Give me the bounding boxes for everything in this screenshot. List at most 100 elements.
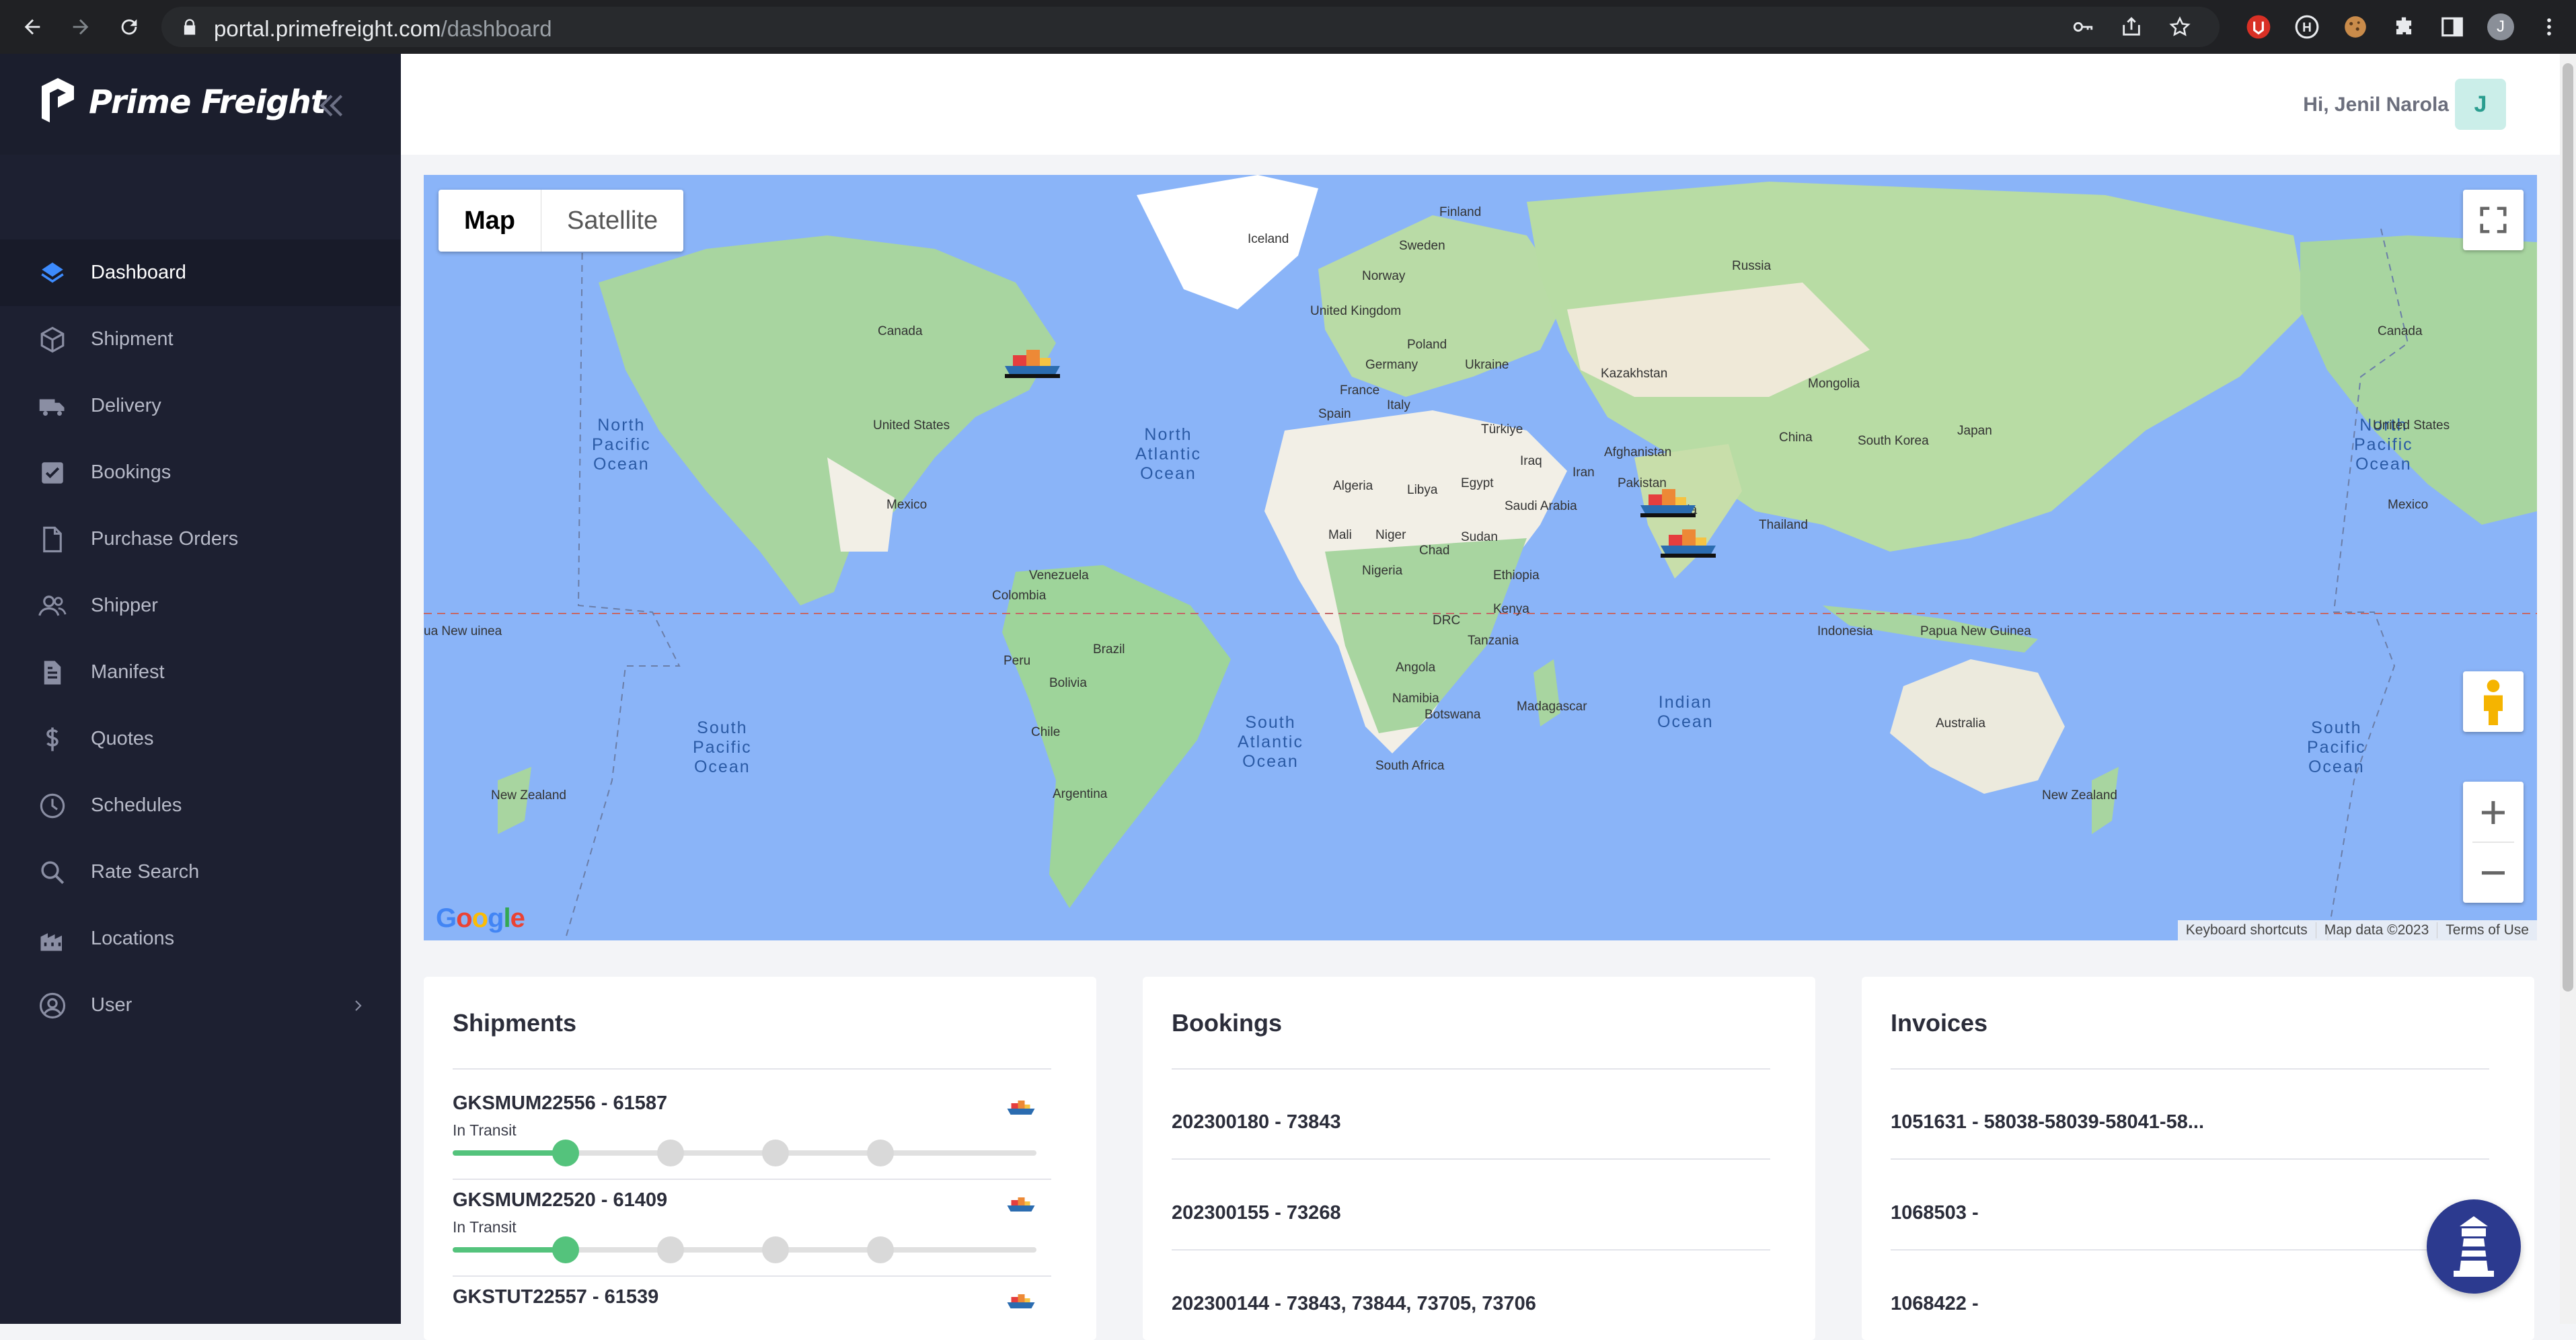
sidebar-item-quotes[interactable]: Quotes xyxy=(0,706,401,772)
sidebar-item-label: User xyxy=(91,994,132,1016)
divider xyxy=(1172,1249,1770,1251)
sidebar-item-label: Delivery xyxy=(91,395,161,416)
invoice-id: 1068503 - xyxy=(1891,1202,1979,1224)
top-header: Hi, Jenil Narola J xyxy=(401,54,2560,155)
country-label: Canada xyxy=(2378,324,2423,338)
collapse-sidebar-icon[interactable] xyxy=(315,89,348,122)
sidebar-item-label: Locations xyxy=(91,928,175,949)
help-chat-button[interactable] xyxy=(2427,1199,2521,1294)
share-icon[interactable] xyxy=(2120,15,2143,38)
sidebar-item-delivery[interactable]: Delivery xyxy=(0,373,401,439)
bookmark-star-icon[interactable] xyxy=(2168,15,2191,38)
invoice-id: 1068422 - xyxy=(1891,1293,1979,1314)
shipments-card: Shipments GKSMUM22556 - 61587 In Transit… xyxy=(424,977,1096,1340)
shipment-row[interactable]: GKSMUM22520 - 61409 In Transit xyxy=(453,1189,1051,1270)
building-icon xyxy=(38,924,67,954)
country-label: Algeria xyxy=(1333,479,1373,493)
country-label: Iraq xyxy=(1520,454,1542,468)
progress-step xyxy=(867,1140,894,1166)
extensions-puzzle-icon[interactable] xyxy=(2390,13,2417,40)
sidebar-item-shipment[interactable]: Shipment xyxy=(0,306,401,373)
country-label: Colombia xyxy=(992,589,1047,603)
country-label: Spain xyxy=(1318,407,1351,421)
shipment-progress xyxy=(453,1140,1036,1166)
cookie-icon[interactable] xyxy=(2342,13,2369,40)
extension-h-icon[interactable]: H xyxy=(2294,13,2320,40)
ocean-label: North Atlantic Ocean xyxy=(1135,425,1201,483)
ocean-label: South Pacific Ocean xyxy=(693,718,752,776)
country-label: France xyxy=(1340,383,1380,398)
fullscreen-button[interactable] xyxy=(2463,190,2524,250)
sidebar-item-shipper[interactable]: Shipper xyxy=(0,572,401,639)
scrollbar-thumb[interactable] xyxy=(2563,63,2573,992)
sidebar-item-bookings[interactable]: Bookings xyxy=(0,439,401,506)
key-icon[interactable] xyxy=(2072,15,2094,38)
clock-icon xyxy=(38,791,67,821)
url-text: portal.primefreight.com/dashboard xyxy=(214,16,552,41)
sidebar-item-label: Bookings xyxy=(91,461,172,483)
country-label: Nigeria xyxy=(1362,564,1403,578)
country-label: Finland xyxy=(1439,205,1482,219)
sidebar-item-label: Quotes xyxy=(91,728,154,749)
booking-id: 202300144 - 73843, 73844, 73705, 73706 xyxy=(1172,1293,1536,1314)
sidebar-item-label: Purchase Orders xyxy=(91,528,239,550)
address-bar[interactable]: portal.primefreight.com/dashboard xyxy=(161,7,2220,47)
progress-step xyxy=(762,1236,789,1263)
side-panel-icon[interactable] xyxy=(2439,13,2466,40)
shipment-row[interactable]: GKSTUT22557 - 61539 xyxy=(453,1286,1051,1340)
sidebar-item-rate-search[interactable]: Rate Search xyxy=(0,839,401,905)
svg-text:H: H xyxy=(2302,21,2312,35)
keyboard-shortcuts-link[interactable]: Keyboard shortcuts xyxy=(2178,922,2316,938)
shipment-map[interactable]: North Pacific Ocean North Atlantic Ocean Sou… xyxy=(424,175,2537,940)
sidebar-item-manifest[interactable]: Manifest xyxy=(0,639,401,706)
country-label: Iran xyxy=(1573,466,1595,480)
booking-row[interactable]: 202300155 - 73268 xyxy=(1172,1202,1770,1224)
avatar[interactable]: J xyxy=(2455,79,2506,130)
map-type-satellite-button[interactable]: Satellite xyxy=(541,190,683,252)
booking-row[interactable]: 202300180 - 73843 xyxy=(1172,1111,1770,1133)
forward-icon[interactable] xyxy=(65,11,97,43)
invoices-card: Invoices 1051631 - 58038-58039-58041-58.… xyxy=(1862,977,2534,1340)
sidebar-item-schedules[interactable]: Schedules xyxy=(0,772,401,839)
shipment-id: GKSMUM22520 - 61409 xyxy=(453,1189,668,1211)
users-icon xyxy=(38,591,67,621)
country-label: Australia xyxy=(1936,716,1985,731)
back-icon[interactable] xyxy=(16,11,48,43)
box-icon xyxy=(38,325,67,355)
ship-marker[interactable] xyxy=(1638,481,1698,521)
invoice-row[interactable]: 1051631 - 58038-58039-58041-58... xyxy=(1891,1111,2489,1133)
booking-id: 202300180 - 73843 xyxy=(1172,1111,1341,1133)
country-label: China xyxy=(1779,431,1813,445)
sidebar: Prime Freight Dashboard Shipment Deliver… xyxy=(0,54,401,1324)
booking-row[interactable]: 202300144 - 73843, 73844, 73705, 73706 xyxy=(1172,1293,1770,1315)
reload-icon[interactable] xyxy=(113,11,145,43)
map-type-map-button[interactable]: Map xyxy=(439,190,541,252)
country-label: Chad xyxy=(1419,544,1450,558)
sidebar-item-dashboard[interactable]: Dashboard xyxy=(0,239,401,306)
brand-logo[interactable]: Prime Freight xyxy=(39,78,326,126)
country-label: South Africa xyxy=(1375,759,1445,773)
ship-marker[interactable] xyxy=(1002,342,1063,382)
zoom-in-button[interactable]: + xyxy=(2463,782,2524,842)
invoice-row[interactable]: 1068503 - xyxy=(1891,1202,2489,1224)
profile-avatar[interactable]: J xyxy=(2487,13,2514,40)
shipment-status: In Transit xyxy=(453,1218,517,1236)
shipment-row[interactable]: GKSMUM22556 - 61587 In Transit xyxy=(453,1092,1051,1173)
extension-red-icon[interactable] xyxy=(2245,13,2272,40)
card-title: Bookings xyxy=(1172,1009,1283,1037)
fullscreen-icon xyxy=(2480,207,2507,233)
zoom-out-button[interactable]: − xyxy=(2463,842,2524,903)
browser-menu-icon[interactable] xyxy=(2536,13,2563,40)
lighthouse-icon xyxy=(2454,1216,2494,1277)
sidebar-item-user[interactable]: User xyxy=(0,972,401,1039)
country-label: ua New uinea xyxy=(424,624,502,638)
search-icon xyxy=(38,858,67,887)
country-label: Namibia xyxy=(1392,692,1439,706)
street-view-pegman[interactable] xyxy=(2463,671,2524,732)
terms-of-use-link[interactable]: Terms of Use xyxy=(2437,922,2537,938)
invoice-row[interactable]: 1068422 - xyxy=(1891,1293,2489,1315)
sidebar-item-locations[interactable]: Locations xyxy=(0,905,401,972)
sidebar-item-purchase-orders[interactable]: Purchase Orders xyxy=(0,506,401,572)
ship-marker[interactable] xyxy=(1658,521,1718,562)
invoice-id: 1051631 - 58038-58039-58041-58... xyxy=(1891,1111,2204,1133)
